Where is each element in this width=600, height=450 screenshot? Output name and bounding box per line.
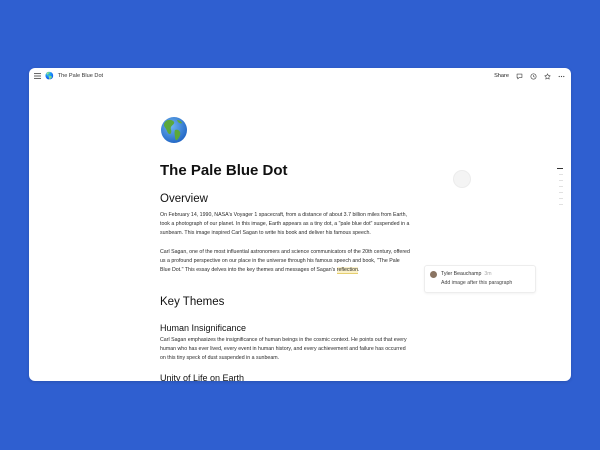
breadcrumb-page-title[interactable]: The Pale Blue Dot [58, 73, 103, 79]
table-of-contents-minimap[interactable] [557, 168, 563, 210]
heading-human-insignificance: Human Insignificance [160, 323, 247, 333]
menu-icon[interactable] [34, 73, 41, 79]
toc-line[interactable] [559, 186, 563, 187]
heading-overview: Overview [160, 193, 208, 205]
comment-time: 3m [484, 271, 492, 277]
comment-card[interactable]: Tyler Beauchamp 3m Add image after this p… [424, 265, 536, 293]
toc-line[interactable] [559, 198, 563, 199]
cursor-indicator [453, 170, 471, 188]
paragraph-overview-1[interactable]: On February 14, 1990, NASA's Voyager 1 s… [160, 211, 410, 238]
paragraph-overview-2[interactable]: Carl Sagan, one of the most influential … [160, 248, 410, 275]
toc-line[interactable] [559, 174, 563, 175]
toc-line[interactable] [559, 180, 563, 181]
toc-line-active[interactable] [557, 168, 563, 169]
highlighted-comment-text[interactable]: reflection [336, 267, 359, 274]
comment-text: Add image after this paragraph [441, 280, 513, 286]
toc-line[interactable] [559, 192, 563, 193]
paragraph-human-insignificance[interactable]: Carl Sagan emphasizes the insignificance… [160, 336, 410, 363]
page-title: The Pale Blue Dot [160, 162, 288, 179]
toc-line[interactable] [559, 204, 563, 205]
history-icon[interactable] [530, 73, 537, 80]
avatar [430, 271, 437, 278]
star-icon[interactable] [544, 72, 551, 80]
comment-author-line: Tyler Beauchamp 3m [441, 271, 492, 277]
share-button[interactable]: Share [494, 73, 509, 79]
app-window: 🌎 The Pale Blue Dot Share The Pale Blue … [29, 68, 571, 381]
heading-key-themes: Key Themes [160, 296, 225, 308]
page-icon-small: 🌎 [45, 72, 54, 80]
top-bar: 🌎 The Pale Blue Dot Share [29, 68, 571, 84]
topbar-actions: Share [494, 72, 565, 80]
earth-globe-icon[interactable] [160, 116, 188, 144]
breadcrumb: 🌎 The Pale Blue Dot [34, 73, 103, 80]
more-icon[interactable] [558, 73, 565, 80]
heading-unity-of-life: Unity of Life on Earth [160, 373, 245, 381]
paragraph-text-end: . [358, 267, 360, 273]
paragraph-text: Carl Sagan, one of the most influential … [160, 249, 410, 273]
comment-icon[interactable] [516, 73, 523, 80]
comment-author: Tyler Beauchamp [441, 271, 482, 277]
